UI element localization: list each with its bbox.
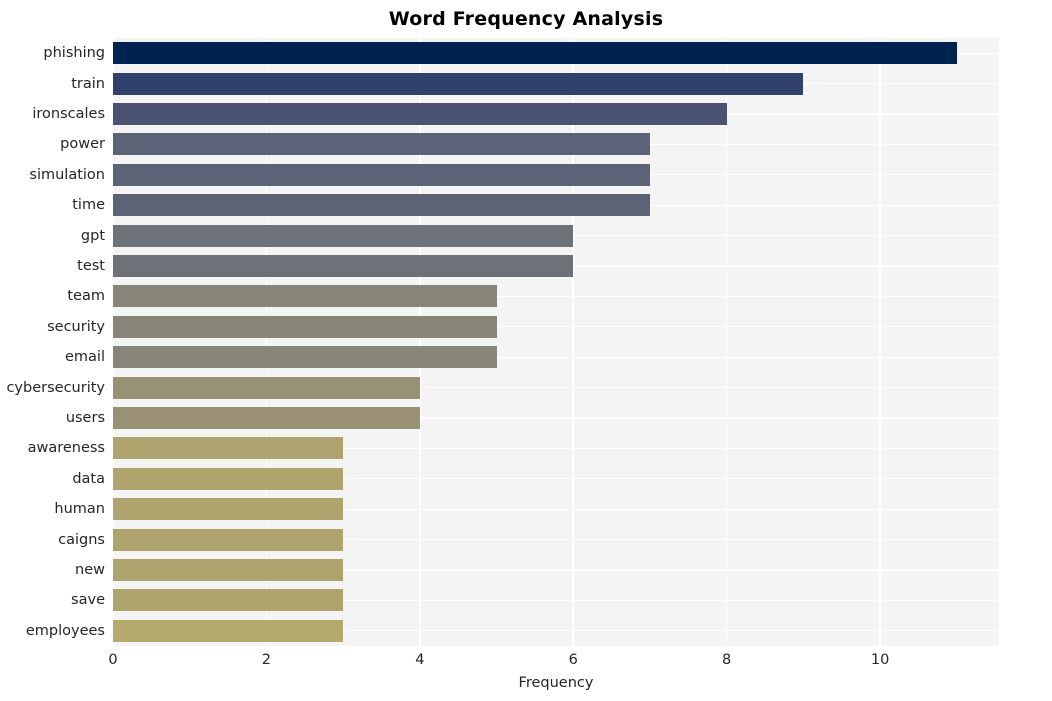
y-tick-label: phishing [43,45,105,62]
gridline-vertical [419,38,421,646]
y-tick-label: power [60,136,105,153]
x-tick-label: 10 [870,652,890,668]
gridline-vertical [265,38,268,646]
y-tick-label: simulation [29,166,105,183]
bar [113,589,344,612]
x-tick-label: 0 [108,652,118,668]
bar [113,163,650,186]
bar [113,103,727,125]
bar [113,224,574,247]
x-tick-label: 6 [568,652,578,668]
x-tick-label: 8 [722,652,732,668]
y-tick-label: email [65,349,105,366]
bar [113,42,957,65]
gridline-vertical [113,38,114,646]
y-tick-label: caigns [58,531,105,548]
bar [113,528,344,551]
y-tick-label: data [72,470,105,487]
bar [113,407,420,429]
y-tick-label: employees [25,622,105,639]
y-tick-label: time [72,197,105,214]
chart-title: Word Frequency Analysis [388,8,664,30]
bar [113,285,497,308]
bar [113,467,344,490]
y-tick-label: security [47,318,105,335]
bar [113,315,497,338]
y-tick-label: save [71,592,105,609]
bar [113,194,650,217]
y-tick-label: new [75,562,105,578]
plot-area [113,38,999,646]
bar [113,72,804,95]
y-tick-label: cybersecurity [6,379,105,396]
x-tick-label: 4 [415,652,425,668]
y-tick-label: team [67,288,105,305]
gridline-vertical [725,38,728,646]
y-axis-tick-labels: phishing train ironscales power simulation ti… [0,38,105,646]
x-axis-tick-labels: 0 2 4 6 8 10 [108,646,999,676]
y-tick-label: users [65,410,105,426]
bar [113,376,420,399]
chart-figure: Word Frequency Analysis phishing train iro… [0,0,1052,701]
bar [113,133,650,156]
bar [113,346,497,369]
gridline-vertical [879,38,881,646]
bar [113,498,344,521]
bar [113,437,344,460]
bar [113,559,344,581]
y-tick-label: train [71,75,105,92]
x-axis-label: Frequency [518,675,594,691]
gridline-vertical [572,38,575,646]
bar [113,255,574,277]
y-tick-label: human [54,501,105,518]
y-tick-label: awareness [27,440,105,457]
y-tick-label: test [77,258,105,274]
x-tick-label: 2 [261,652,272,668]
y-tick-label: ironscales [32,106,105,122]
y-tick-label: gpt [80,227,105,244]
bar [113,619,344,642]
